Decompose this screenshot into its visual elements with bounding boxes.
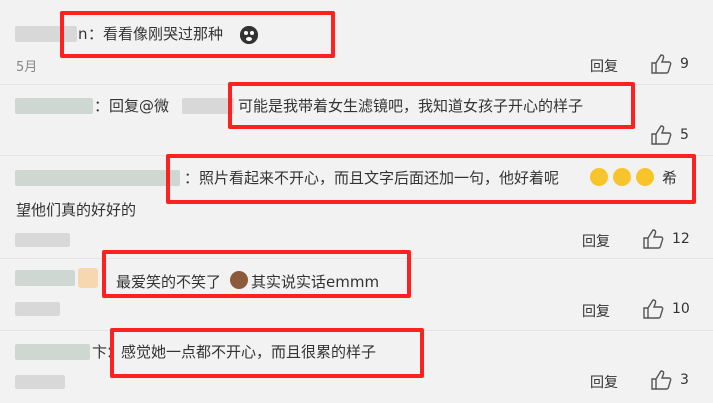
highlight-box	[228, 82, 635, 129]
reply-button[interactable]: 回复	[590, 372, 618, 392]
blurred-mention	[182, 98, 234, 114]
reply-button[interactable]: 回复	[582, 231, 610, 251]
reply-button[interactable]: 回复	[582, 301, 610, 321]
thumbs-up-icon[interactable]	[650, 54, 672, 74]
highlight-box	[166, 154, 696, 204]
highlight-box	[60, 11, 335, 58]
thumbs-up-icon[interactable]	[650, 370, 672, 390]
blurred-meta	[15, 302, 60, 316]
blurred-meta	[15, 375, 65, 389]
thumbs-up-icon[interactable]	[650, 125, 672, 145]
like-count: 9	[680, 56, 689, 72]
reply-prefix: ：回复@微	[94, 97, 170, 115]
thumbs-up-icon[interactable]	[642, 299, 664, 319]
blurred-username	[15, 98, 93, 114]
like-count: 3	[680, 372, 689, 388]
like-count: 12	[672, 231, 690, 247]
like-count: 5	[680, 127, 689, 143]
thumbs-up-icon[interactable]	[642, 229, 664, 249]
blurred-username	[15, 344, 90, 360]
blurred-meta	[15, 233, 70, 247]
blurred-username	[15, 270, 75, 286]
reply-button[interactable]: 回复	[590, 56, 618, 76]
gift-icon	[78, 268, 98, 288]
highlight-box	[110, 328, 424, 378]
like-count: 10	[672, 301, 690, 317]
comment-text-line2: 望他们真的好好的	[16, 201, 137, 219]
blurred-username	[15, 170, 180, 186]
username-suffix: 卞	[92, 343, 108, 361]
comment-date: 5月	[16, 60, 38, 75]
highlight-box	[102, 250, 411, 298]
